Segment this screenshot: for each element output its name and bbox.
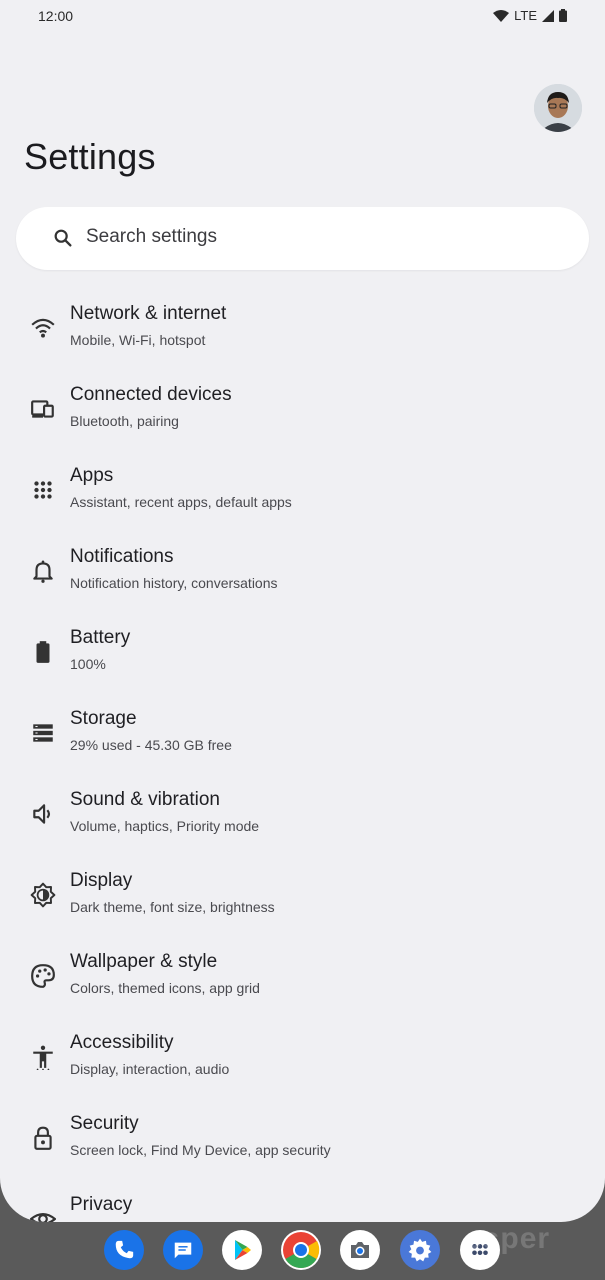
settings-item-summary: Screen lock, Find My Device, app securit…	[70, 1142, 331, 1158]
settings-item-summary: Display, interaction, audio	[70, 1061, 230, 1077]
battery-status-icon	[559, 9, 567, 22]
watermark-logo: esper	[465, 1222, 551, 1255]
settings-item-security[interactable]: Security Screen lock, Find My Device, ap…	[0, 1097, 605, 1178]
status-icons: LTE	[493, 8, 567, 23]
status-bar: 12:00 LTE	[0, 0, 605, 32]
play-store-app-icon[interactable]	[222, 1230, 262, 1270]
speaker-icon	[33, 804, 51, 824]
settings-item-network[interactable]: Network & internet Mobile, Wi-Fi, hotspo…	[0, 287, 605, 368]
settings-list: Network & internet Mobile, Wi-Fi, hotspo…	[0, 287, 605, 1222]
settings-item-label: Notifications	[70, 546, 174, 567]
settings-item-summary: Bluetooth, pairing	[70, 413, 179, 429]
status-time: 12:00	[38, 8, 74, 24]
camera-glyph-icon	[351, 1242, 369, 1258]
settings-item-summary: Volume, haptics, Priority mode	[70, 818, 260, 834]
settings-item-battery[interactable]: Battery 100%	[0, 611, 605, 692]
network-type: LTE	[514, 8, 537, 23]
avatar-photo	[534, 84, 582, 132]
search-bar[interactable]: Search settings	[16, 207, 589, 270]
settings-item-label: Storage	[70, 708, 137, 729]
bell-icon	[33, 560, 53, 583]
phone-app-icon[interactable]	[104, 1230, 144, 1270]
battery-icon	[36, 641, 50, 663]
settings-item-storage[interactable]: Storage 29% used - 45.30 GB free	[0, 692, 605, 773]
page-title: Settings	[24, 136, 156, 177]
settings-item-label: Sound & vibration	[70, 789, 220, 810]
storage-icon	[33, 724, 53, 742]
play-triangle-icon	[235, 1240, 251, 1260]
settings-item-label: Accessibility	[70, 1032, 174, 1053]
settings-item-apps[interactable]: Apps Assistant, recent apps, default app…	[0, 449, 605, 530]
settings-item-summary: Notification history, conversations	[70, 575, 278, 591]
settings-item-label: Privacy	[70, 1194, 133, 1215]
settings-item-notifications[interactable]: Notifications Notification history, conv…	[0, 530, 605, 611]
lock-icon	[34, 1126, 52, 1150]
eye-icon	[30, 1213, 56, 1222]
settings-item-label: Apps	[70, 465, 114, 486]
signal-icon	[542, 9, 554, 22]
settings-item-summary: 29% used - 45.30 GB free	[70, 737, 232, 753]
accessibility-icon	[33, 1045, 53, 1070]
phone-glyph-icon	[115, 1240, 134, 1259]
settings-item-wallpaper[interactable]: Wallpaper & style Colors, themed icons, …	[0, 935, 605, 1016]
chrome-app-icon[interactable]	[281, 1230, 321, 1270]
devices-icon	[31, 400, 54, 418]
wifi-status-icon	[493, 9, 510, 22]
settings-app-icon[interactable]	[400, 1230, 440, 1270]
brightness-icon	[30, 882, 56, 908]
search-icon	[54, 229, 72, 247]
settings-item-label: Battery	[70, 627, 131, 648]
settings-screen: 12:00 LTE Settings Search settings Netwo…	[0, 0, 605, 1222]
settings-item-label: Display	[70, 870, 133, 891]
settings-item-summary: Assistant, recent apps, default apps	[70, 494, 292, 510]
settings-item-summary: Colors, themed icons, app grid	[70, 980, 260, 996]
search-placeholder: Search settings	[86, 226, 217, 247]
settings-item-label: Connected devices	[70, 384, 232, 405]
palette-icon	[31, 964, 55, 988]
settings-item-label: Security	[70, 1113, 139, 1134]
camera-app-icon[interactable]	[340, 1230, 380, 1270]
settings-item-summary: 100%	[70, 656, 106, 672]
wifi-icon	[31, 318, 55, 338]
settings-item-label: Network & internet	[70, 303, 227, 324]
settings-item-connected-devices[interactable]: Connected devices Bluetooth, pairing	[0, 368, 605, 449]
apps-grid-icon	[34, 481, 52, 499]
settings-item-privacy[interactable]: Privacy	[0, 1178, 605, 1222]
settings-item-label: Wallpaper & style	[70, 951, 218, 972]
settings-item-display[interactable]: Display Dark theme, font size, brightnes…	[0, 854, 605, 935]
settings-item-summary: Mobile, Wi-Fi, hotspot	[70, 332, 206, 348]
settings-item-sound[interactable]: Sound & vibration Volume, haptics, Prior…	[0, 773, 605, 854]
settings-item-summary: Dark theme, font size, brightness	[70, 899, 275, 915]
settings-item-accessibility[interactable]: Accessibility Display, interaction, audi…	[0, 1016, 605, 1097]
gear-icon	[408, 1238, 432, 1262]
account-avatar[interactable]	[534, 84, 582, 132]
chrome-logo-icon	[283, 1232, 320, 1268]
message-bubble-icon	[174, 1242, 192, 1259]
messages-app-icon[interactable]	[163, 1230, 203, 1270]
